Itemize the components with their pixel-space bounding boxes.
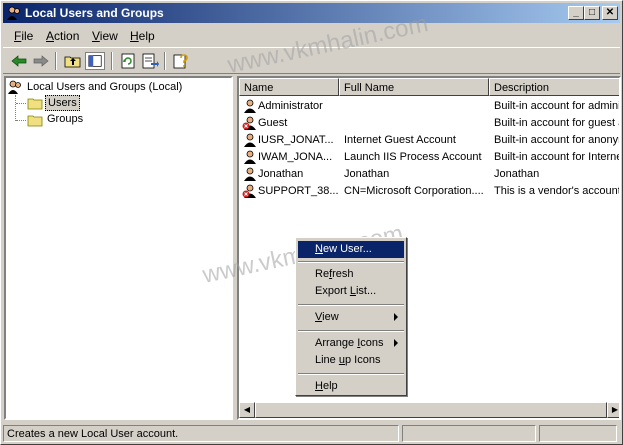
tree-line [15,95,17,121]
back-arrow-icon[interactable] [9,52,29,70]
export-list-icon[interactable] [140,52,160,70]
horizontal-scrollbar[interactable]: ◀ ▶ [239,402,619,418]
maximize-button[interactable]: □ [584,6,600,20]
submenu-arrow-icon [394,313,398,321]
user-full-name: Internet Guest Account [344,134,456,146]
column-header-full-name[interactable]: Full Name [339,78,489,96]
user-name: Jonathan [258,168,304,180]
user-description: Jonathan [494,168,540,180]
up-folder-icon[interactable] [63,52,83,70]
menu-bar: File Action View Help [3,25,620,46]
folder-icon [27,98,43,110]
context-menu[interactable]: New User... Refresh Export List... View … [295,237,407,396]
disabled-user-icon [242,184,256,198]
table-row[interactable]: Jonathan Jonathan Jonathan [239,166,619,183]
context-menu-line-up-icons[interactable]: Line up Icons [298,352,404,369]
show-hide-tree-icon[interactable] [85,52,105,70]
table-row[interactable]: Administrator Built-in account for admin… [239,98,619,115]
scroll-left-button[interactable]: ◀ [239,402,255,418]
user-description: Built-in account for adminis [494,100,619,112]
submenu-arrow-icon [394,339,398,347]
user-description: Built-in account for guest a [494,117,619,129]
table-row[interactable]: SUPPORT_38... CN=Microsoft Corporation..… [239,183,619,200]
column-header-description[interactable]: Description [489,78,619,96]
window-title: Local Users and Groups [25,6,164,20]
toolbar-separator [55,52,57,70]
title-bar[interactable]: Local Users and Groups _ □ ✕ [3,3,620,23]
user-description: Built-in account for Interne [494,151,619,163]
mmc-window: Local Users and Groups _ □ ✕ File Action… [0,0,623,445]
tree-root-label[interactable]: Local Users and Groups (Local) [27,81,182,93]
user-name: Administrator [258,100,323,112]
user-description: This is a vendor's account [494,185,619,197]
menu-separator [298,330,404,332]
scroll-thumb[interactable] [255,402,607,418]
tree-line [16,103,26,105]
user-icon [244,99,256,113]
user-icon [244,133,256,147]
user-name: IWAM_JONA... [258,151,333,163]
users-groups-app-icon [7,6,20,20]
toolbar-separator [111,52,113,70]
context-menu-view[interactable]: View [298,309,404,326]
status-text: Creates a new Local User account. [3,425,399,442]
context-menu-refresh[interactable]: Refresh [298,266,404,283]
user-full-name: Launch IIS Process Account [344,151,482,163]
scroll-right-button[interactable]: ▶ [607,402,619,418]
status-bar: Creates a new Local User account. [3,423,620,443]
user-name: IUSR_JONAT... [258,134,334,146]
menu-action[interactable]: Action [46,29,79,43]
table-row[interactable]: IWAM_JONA... Launch IIS Process Account … [239,149,619,166]
context-menu-arrange-icons[interactable]: Arrange Icons [298,335,404,352]
tree-line [16,120,26,122]
context-menu-new-user[interactable]: New User... [298,241,404,258]
disabled-user-icon [242,116,256,130]
menu-view[interactable]: View [92,29,118,43]
context-menu-export-list[interactable]: Export List... [298,283,404,300]
user-name: Guest [258,117,288,129]
status-panel [402,425,536,442]
user-name: SUPPORT_38... [258,185,338,197]
user-full-name: Jonathan [344,168,390,180]
menu-separator [298,373,404,375]
table-row[interactable]: Guest Built-in account for guest a [239,115,619,132]
table-row[interactable]: IUSR_JONAT... Internet Guest Account Bui… [239,132,619,149]
folder-icon [27,115,43,127]
user-full-name: CN=Microsoft Corporation.... [344,185,484,197]
column-header-name[interactable]: Name [239,78,339,96]
toolbar [3,47,620,74]
tree-pane[interactable]: Local Users and Groups (Local) Users Gro… [4,76,233,420]
user-icon [244,167,256,181]
menu-separator [298,261,404,263]
user-description: Built-in account for anonym [494,134,619,146]
help-icon[interactable] [171,52,191,70]
refresh-icon[interactable] [118,52,138,70]
forward-arrow-icon[interactable] [31,52,51,70]
context-menu-help[interactable]: Help [298,378,404,395]
menu-separator [298,304,404,306]
menu-file[interactable]: File [14,29,33,43]
user-icon [244,150,256,164]
tree-item-groups[interactable]: Groups [47,113,83,125]
tree-item-users[interactable]: Users [45,95,80,111]
users-groups-root-icon [8,80,21,94]
close-button[interactable]: ✕ [602,6,618,20]
status-panel [539,425,617,442]
menu-help[interactable]: Help [130,29,155,43]
toolbar-separator [164,52,166,70]
minimize-button[interactable]: _ [568,6,584,20]
